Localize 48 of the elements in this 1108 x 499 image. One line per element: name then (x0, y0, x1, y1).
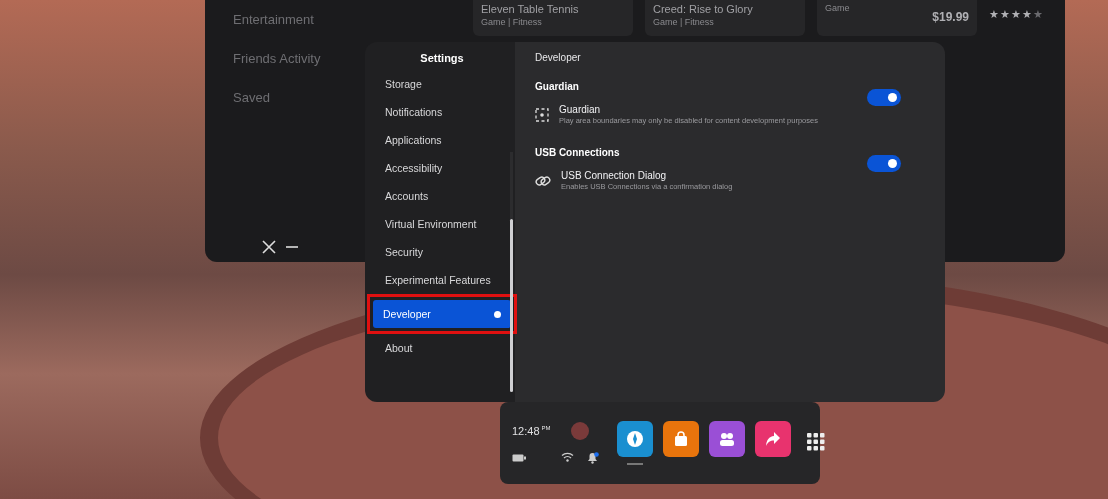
shopping-bag-icon (672, 431, 689, 447)
settings-menu-item[interactable]: Notifications (375, 98, 509, 126)
app-grid-button[interactable] (806, 432, 825, 454)
settings-menu-item[interactable]: Applications (375, 126, 509, 154)
clock-time: 12:48 $^{PM}$ (512, 425, 551, 437)
scrollbar-thumb[interactable] (510, 219, 513, 392)
star-icon: ★ (1000, 8, 1010, 21)
battery-icon (512, 454, 526, 462)
game-category: Game | Fitness (481, 17, 543, 27)
settings-title: Settings (420, 52, 464, 64)
star-icon: ★ (1011, 8, 1021, 21)
toggle-switch[interactable] (867, 155, 901, 172)
setting-title: Guardian (559, 104, 602, 115)
settings-menu-item[interactable]: Security (375, 238, 509, 266)
close-icon[interactable] (262, 240, 276, 254)
settings-menu-item[interactable]: Storage (375, 70, 509, 98)
toggle-switch[interactable] (867, 89, 901, 106)
dashed-square-icon (535, 107, 549, 122)
game-tile[interactable]: Creed: Rise to Glory Game | Fitness (645, 0, 805, 36)
app-launcher-button[interactable] (616, 421, 653, 465)
game-price: $19.99 (932, 10, 969, 24)
bell-icon[interactable] (585, 452, 599, 464)
link-icon (535, 173, 551, 188)
game-tile[interactable]: Eleven Table Tennis Game | Fitness (473, 0, 633, 36)
section-title: Guardian (535, 81, 580, 92)
wifi-icon (560, 452, 574, 462)
game-title: Eleven Table Tennis (481, 3, 580, 15)
share-arrow-icon (764, 431, 781, 447)
compass-icon (625, 430, 644, 448)
game-tile[interactable]: Game $19.99 (817, 0, 977, 36)
settings-menu-item[interactable]: Developer (373, 300, 511, 328)
settings-menu-item[interactable]: Accessibility (375, 154, 509, 182)
setting-title: USB Connection Dialog (561, 170, 668, 181)
minimize-icon[interactable] (286, 245, 298, 249)
star-icon: ★ (989, 8, 999, 21)
settings-menu-item[interactable]: Experimental Features (375, 266, 509, 294)
page-title: Developer (535, 52, 582, 63)
settings-menu-item[interactable]: About (375, 334, 509, 362)
section-title: USB Connections (535, 147, 621, 158)
settings-menu-item[interactable]: Accounts (375, 182, 509, 210)
selected-dot-icon (494, 310, 501, 318)
star-icon: ★ (1033, 8, 1043, 21)
settings-menu-item[interactable]: Virtual Environment (375, 210, 509, 238)
game-category: Game (825, 3, 851, 13)
people-icon (718, 432, 735, 446)
game-title: Creed: Rise to Glory (653, 3, 754, 15)
star-icon: ★ (1022, 8, 1032, 21)
game-category: Game | Fitness (653, 17, 715, 27)
